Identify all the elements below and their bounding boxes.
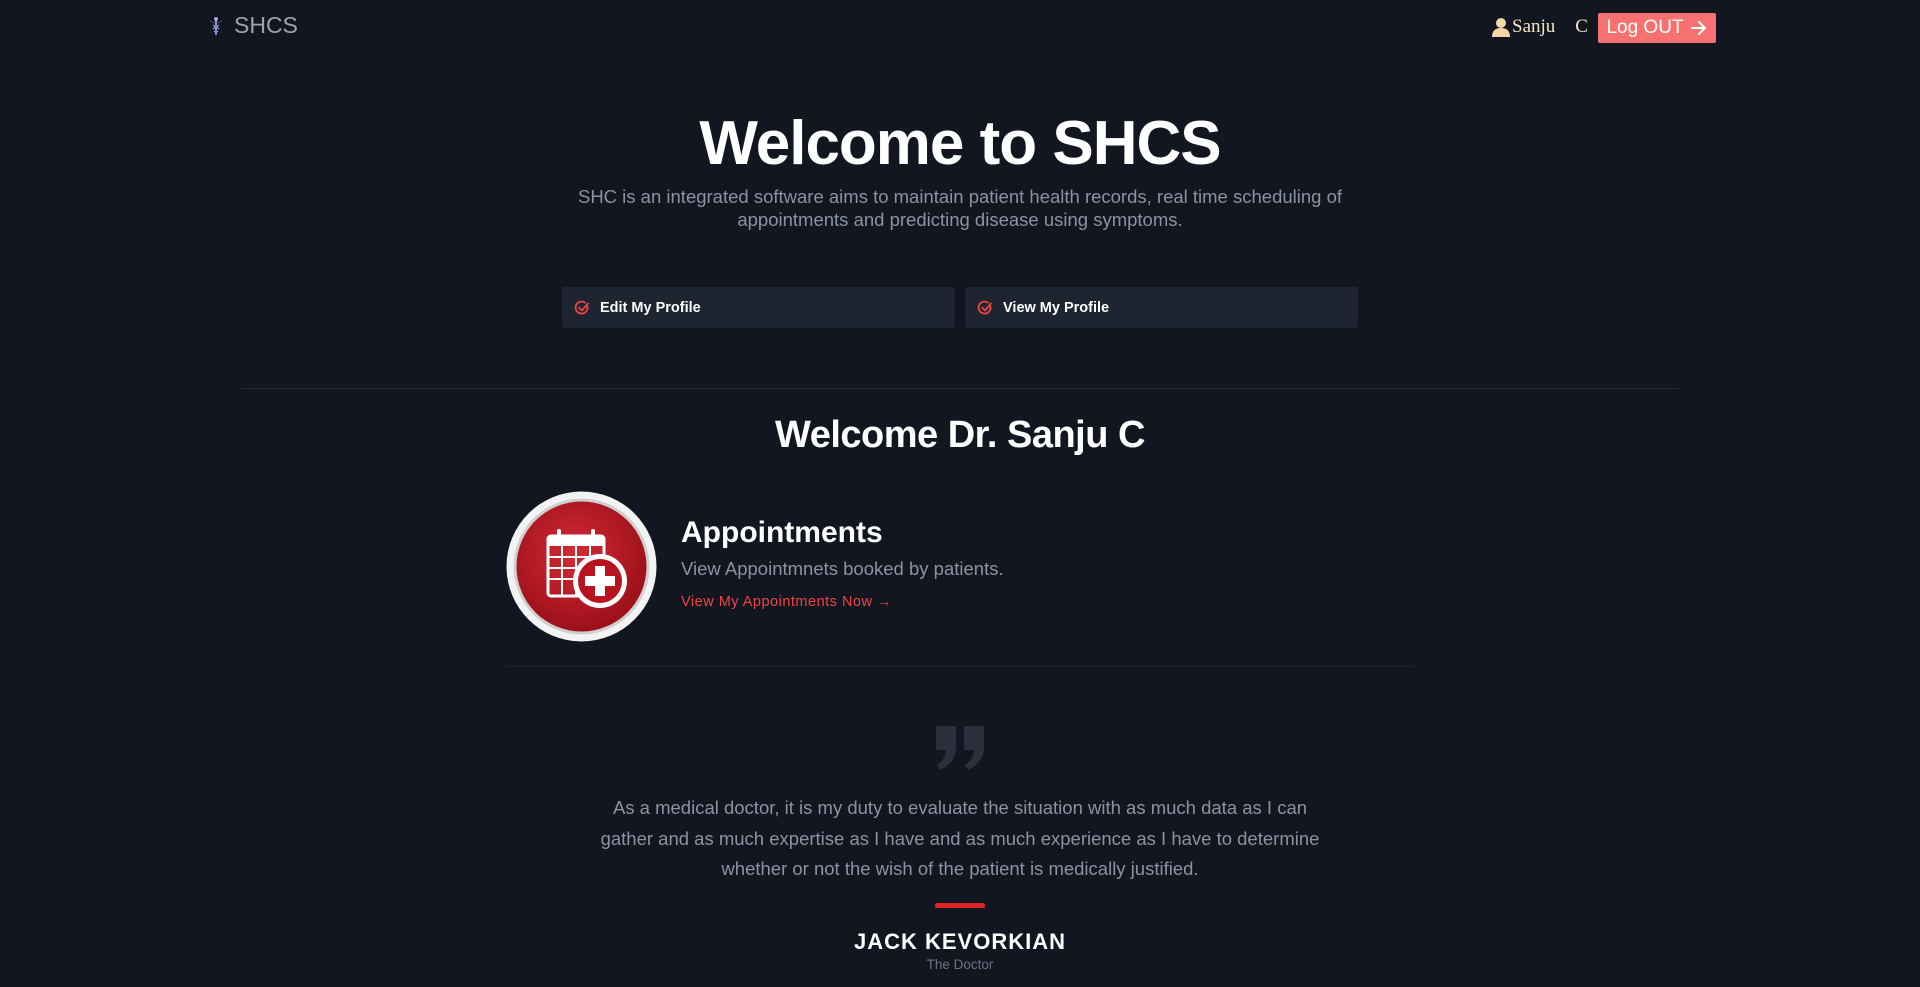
appointments-title: Appointments [681, 516, 883, 549]
edit-profile-label: Edit My Profile [600, 299, 701, 316]
brand-name: SHCS [234, 12, 298, 38]
medical-calendar-icon [506, 491, 657, 642]
section-divider [242, 388, 1678, 389]
check-circle-icon [977, 300, 992, 314]
user-last-name: C [1575, 16, 1588, 37]
caduceus-icon [209, 16, 223, 35]
testimonial-author: JACK KEVORKIAN [853, 929, 1067, 954]
arrow-right-icon [1690, 21, 1706, 35]
hero-title: Welcome to SHCS [699, 109, 1221, 178]
doctor-welcome-heading: Welcome Dr. Sanju C [775, 414, 1145, 456]
user-first-name: Sanju [1512, 16, 1556, 37]
user-icon [1492, 18, 1510, 37]
testimonial-quote: As a medical doctor, it is my duty to ev… [600, 797, 1320, 879]
logout-label: Log OUT [1606, 17, 1684, 38]
section-divider [506, 666, 1414, 667]
user-menu[interactable]: Sanju C [1491, 16, 1588, 38]
testimonial-role: The Doctor [926, 957, 994, 972]
hero-subtitle: SHC is an integrated software aims to ma… [577, 186, 1343, 230]
quote-icon [936, 726, 984, 770]
view-profile-button[interactable]: View My Profile [965, 287, 1358, 328]
navbar: SHCS Sanju C Log OUT [0, 0, 1920, 56]
check-circle-icon [574, 300, 589, 314]
brand-link[interactable]: SHCS [208, 12, 298, 39]
accent-bar [935, 903, 985, 908]
appointments-description: View Appointmnets booked by patients. [681, 558, 1004, 579]
logout-button[interactable]: Log OUT [1598, 13, 1716, 43]
view-appointments-link[interactable]: View My Appointments Now → [681, 594, 892, 610]
edit-profile-button[interactable]: Edit My Profile [562, 287, 955, 328]
view-profile-label: View My Profile [1003, 299, 1110, 316]
